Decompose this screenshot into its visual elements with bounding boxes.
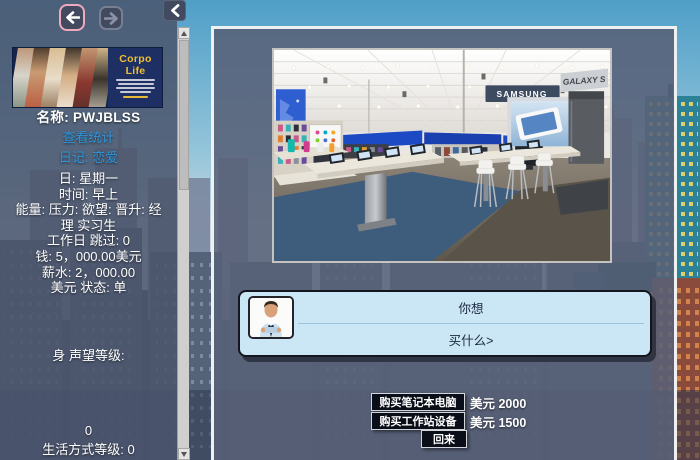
dialog-line-1: 你想 [296, 292, 646, 323]
stat-line-job: 理 实习生 [0, 218, 177, 234]
diary-link[interactable]: 日记: 恋爱 [0, 147, 177, 166]
dialog-box: 你想 买什么> [238, 290, 652, 357]
npc-avatar [248, 296, 294, 339]
left-arrow-icon [65, 11, 80, 24]
stat-line-energy: 能量: 压力: 欲望: 晋升: 经 [0, 202, 177, 218]
scrollbar-thumb[interactable] [179, 40, 189, 190]
stat-line-day: 日: 星期一 [0, 171, 177, 187]
prestige-label: 身 声望等级: [0, 345, 177, 364]
scroll-up-button[interactable] [178, 27, 190, 39]
banner-tagline-bar [116, 79, 154, 81]
forward-button[interactable] [99, 6, 123, 30]
store-scene: SAMSUNG GALAXY S [274, 50, 610, 261]
character-name: 名称: PWJBLSS [0, 106, 177, 126]
character-stats: 日: 星期一 时间: 早上 能量: 压力: 欲望: 晋升: 经 理 实习生 工作… [0, 171, 177, 296]
stat-line-salary: 薪水: 2，000.00 [0, 265, 177, 281]
right-arrow-icon [104, 12, 119, 25]
dialog-line-2[interactable]: 买什么> [296, 324, 646, 355]
chevron-left-icon [170, 4, 180, 17]
banner-title: Corpo Life [113, 53, 158, 77]
view-stats-link[interactable]: 查看统计 [0, 127, 177, 146]
dialog-content: 你想 买什么> [296, 292, 646, 355]
scroll-down-button[interactable] [178, 448, 190, 460]
prestige-value: 0 [0, 423, 177, 438]
npc-portrait [250, 298, 292, 337]
buy-laptop-button[interactable]: 购买笔记本电脑 [371, 393, 465, 411]
banner-tagline-bar [118, 83, 154, 85]
stat-line-time: 时间: 早上 [0, 187, 177, 203]
triangle-up-icon [181, 31, 187, 36]
lifestyle-level: 生活方式等级: 0 [0, 439, 177, 458]
buy-workstation-button[interactable]: 购买工作站设备 [371, 412, 465, 430]
laptop-price: 美元 2000 [470, 393, 526, 411]
collapse-sidebar-button[interactable] [163, 0, 186, 21]
sidebar-scrollbar[interactable] [177, 27, 189, 460]
triangle-down-icon [181, 452, 187, 457]
return-button[interactable]: 回来 [421, 430, 467, 448]
back-button[interactable] [59, 4, 85, 31]
banner-photo-collage [13, 48, 108, 107]
banner-footer-bar [123, 96, 148, 98]
stat-line-status: 美元 状态: 单 [0, 280, 177, 296]
workstation-price: 美元 1500 [470, 412, 526, 430]
banner-text-panel: Corpo Life [108, 48, 162, 107]
game-window: Corpo Life 名称: PWJBLSS 查看统计 日记: 恋爱 日: 星期… [0, 0, 700, 460]
banner-tagline-bar [120, 91, 152, 93]
banner-tagline-bar [116, 87, 156, 89]
stat-line-workdays: 工作日 跳过: 0 [0, 233, 177, 249]
corpo-life-banner: Corpo Life [12, 47, 163, 108]
store-photo: SAMSUNG GALAXY S [272, 48, 612, 263]
stat-line-money: 钱: 5，000.00美元 [0, 249, 177, 265]
